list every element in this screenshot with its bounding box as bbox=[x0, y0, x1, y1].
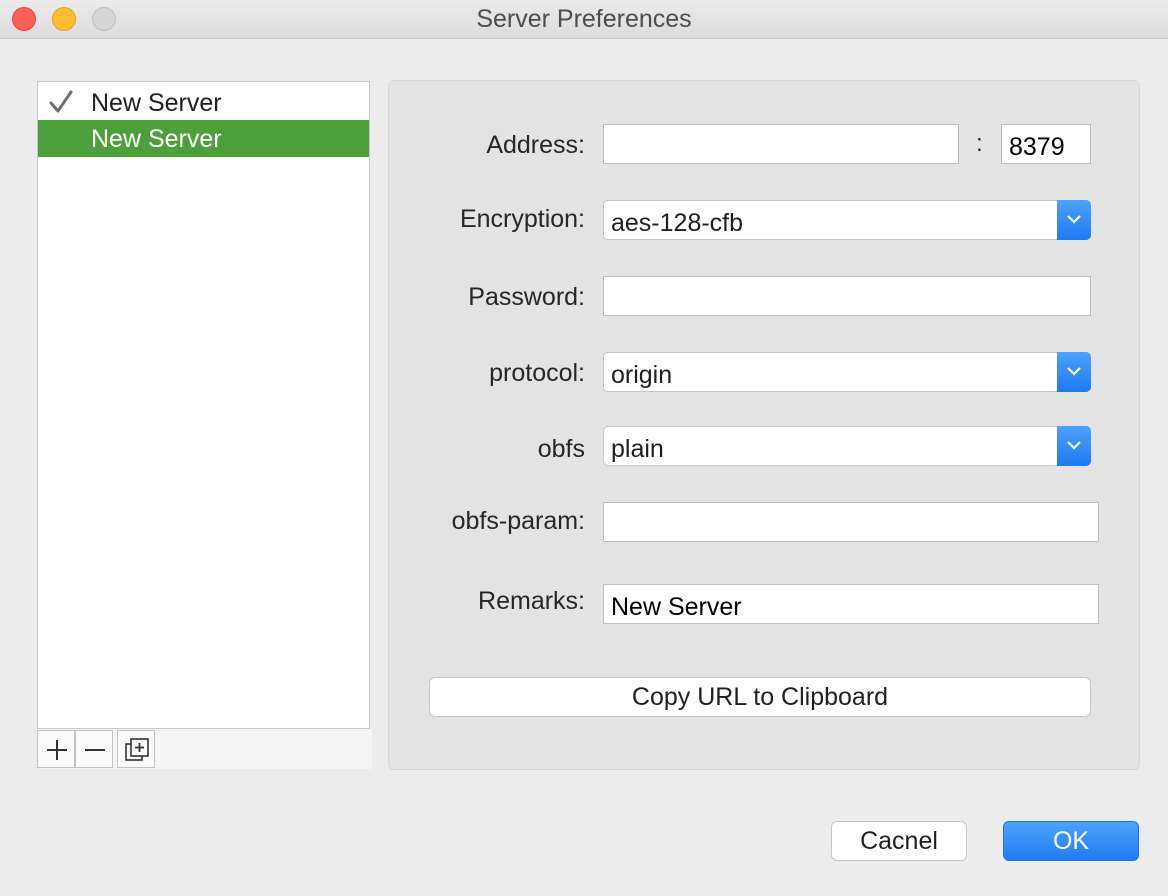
address-label: Address: bbox=[486, 131, 585, 159]
encryption-select[interactable]: aes-128-cfb bbox=[603, 200, 1091, 240]
duplicate-icon bbox=[125, 738, 149, 761]
port-field[interactable]: 8379 bbox=[1001, 124, 1091, 164]
chevron-down-icon[interactable] bbox=[1057, 352, 1091, 392]
protocol-value: origin bbox=[611, 361, 673, 389]
port-separator: : bbox=[976, 130, 983, 157]
ok-button[interactable]: OK bbox=[1003, 821, 1139, 861]
remarks-label: Remarks: bbox=[478, 587, 585, 615]
server-list[interactable]: New Server New Server bbox=[37, 81, 370, 729]
remove-server-button[interactable] bbox=[75, 730, 113, 768]
chevron-down-icon[interactable] bbox=[1057, 200, 1091, 240]
duplicate-server-button[interactable] bbox=[117, 730, 155, 768]
obfs-value: plain bbox=[611, 435, 664, 463]
cancel-button[interactable]: Cacnel bbox=[831, 821, 967, 861]
encryption-value: aes-128-cfb bbox=[611, 209, 744, 237]
server-name: New Server bbox=[91, 125, 222, 153]
server-list-item-selected[interactable]: New Server bbox=[38, 120, 369, 157]
password-field[interactable] bbox=[603, 276, 1091, 316]
server-list-toolbar bbox=[37, 729, 372, 769]
chevron-down-icon[interactable] bbox=[1057, 426, 1091, 466]
title-bar: Server Preferences bbox=[0, 0, 1168, 39]
encryption-label: Encryption: bbox=[459, 205, 585, 233]
obfs-label: obfs bbox=[537, 435, 585, 463]
remarks-field[interactable]: New Server bbox=[603, 584, 1099, 624]
obfs-param-label: obfs-param: bbox=[451, 507, 585, 535]
minus-icon bbox=[85, 749, 105, 751]
copy-url-button[interactable]: Copy URL to Clipboard bbox=[429, 677, 1091, 717]
server-list-item[interactable]: New Server bbox=[38, 84, 369, 121]
server-name: New Server bbox=[91, 89, 222, 117]
address-field[interactable] bbox=[603, 124, 959, 164]
protocol-label: protocol: bbox=[489, 359, 585, 387]
plus-icon bbox=[47, 740, 67, 760]
checkmark-icon bbox=[49, 90, 73, 113]
server-settings-panel bbox=[388, 80, 1140, 770]
window-title: Server Preferences bbox=[476, 5, 692, 33]
obfs-select[interactable]: plain bbox=[603, 426, 1091, 466]
protocol-select[interactable]: origin bbox=[603, 352, 1091, 392]
obfs-param-field[interactable] bbox=[603, 502, 1099, 542]
password-label: Password: bbox=[468, 283, 585, 311]
add-server-button[interactable] bbox=[37, 730, 75, 768]
